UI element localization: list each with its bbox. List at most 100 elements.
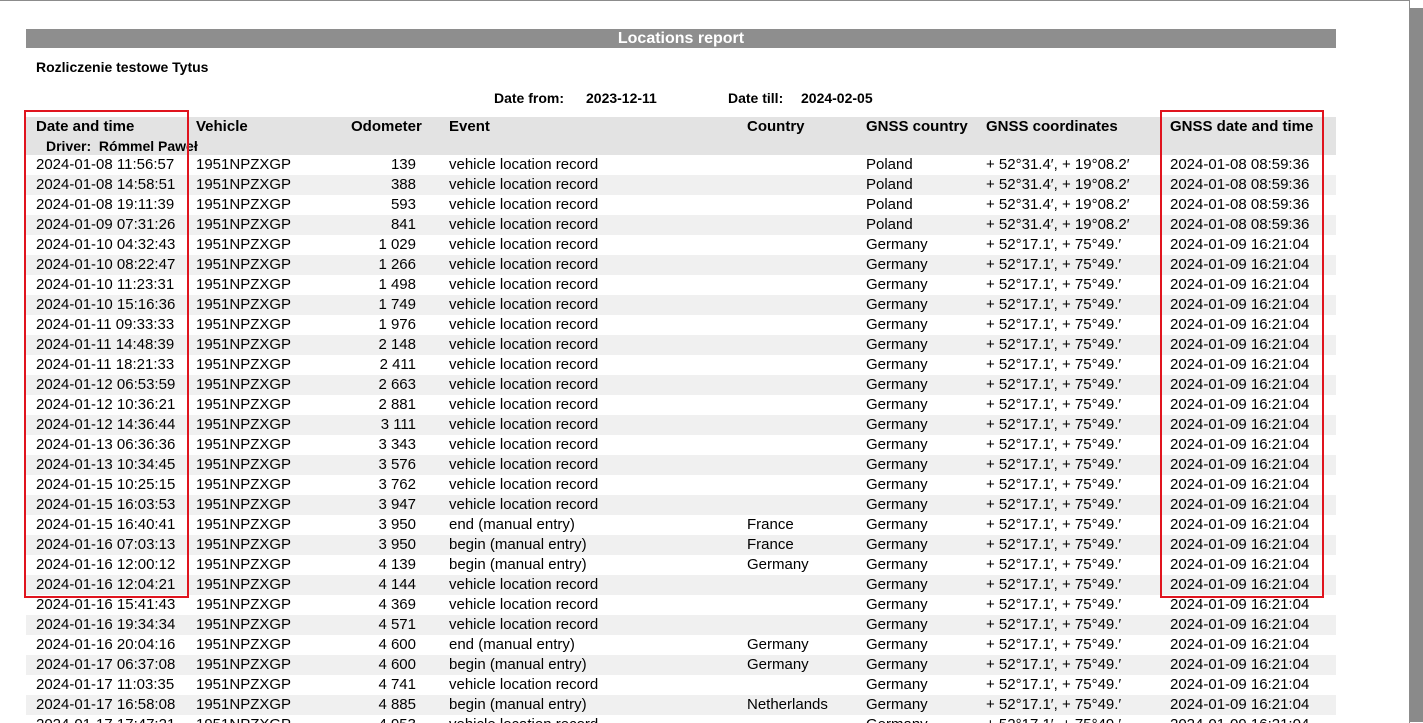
cell-date-time: 2024-01-17 11:03:35 bbox=[36, 676, 175, 693]
table-row: 2024-01-10 04:32:43 1951NPZXGP 1 029 vehicl… bbox=[26, 235, 1336, 255]
cell-vehicle: 1951NPZXGP bbox=[196, 616, 292, 633]
cell-odometer: 4 571 bbox=[378, 616, 416, 633]
table-row: 2024-01-13 10:34:45 1951NPZXGP 3 576 vehicl… bbox=[26, 455, 1336, 475]
cell-vehicle: 1951NPZXGP bbox=[196, 556, 292, 573]
cell-gnss-country: Germany bbox=[866, 576, 928, 593]
cell-event: vehicle location record bbox=[449, 576, 599, 593]
cell-gnss-date-time: 2024-01-09 16:21:04 bbox=[1170, 236, 1310, 253]
header-vehicle: Vehicle bbox=[196, 118, 248, 135]
cell-gnss-country: Poland bbox=[866, 176, 913, 193]
cell-gnss-country: Germany bbox=[866, 516, 928, 533]
cell-gnss-coordinates: + 52°17.1′, + 75°49.′ bbox=[986, 336, 1122, 353]
cell-date-time: 2024-01-16 15:41:43 bbox=[36, 596, 176, 613]
cell-date-time: 2024-01-13 06:36:36 bbox=[36, 436, 176, 453]
table-row: 2024-01-12 10:36:21 1951NPZXGP 2 881 vehicl… bbox=[26, 395, 1336, 415]
cell-odometer: 3 111 bbox=[380, 416, 416, 433]
cell-gnss-date-time: 2024-01-09 16:21:04 bbox=[1170, 456, 1310, 473]
cell-date-time: 2024-01-16 07:03:13 bbox=[36, 536, 176, 553]
cell-country: Germany bbox=[747, 636, 809, 653]
table-row: 2024-01-12 14:36:44 1951NPZXGP 3 111 vehicl… bbox=[26, 415, 1336, 435]
table-row: 2024-01-16 15:41:43 1951NPZXGP 4 369 vehicl… bbox=[26, 595, 1336, 615]
cell-date-time: 2024-01-15 16:40:41 bbox=[36, 516, 176, 533]
driver-group-row: Driver: Rómmel Paweł bbox=[26, 137, 1336, 155]
cell-vehicle: 1951NPZXGP bbox=[196, 176, 292, 193]
cell-gnss-date-time: 2024-01-09 16:21:04 bbox=[1170, 596, 1310, 613]
cell-gnss-date-time: 2024-01-08 08:59:36 bbox=[1170, 156, 1310, 173]
cell-odometer: 3 343 bbox=[378, 436, 416, 453]
table-row: 2024-01-08 11:56:57 1951NPZXGP 139 vehicle … bbox=[26, 155, 1336, 175]
cell-vehicle: 1951NPZXGP bbox=[196, 456, 292, 473]
cell-vehicle: 1951NPZXGP bbox=[196, 596, 292, 613]
cell-odometer: 3 762 bbox=[378, 476, 416, 493]
cell-gnss-country: Germany bbox=[866, 316, 928, 333]
driver-label-text: Driver: bbox=[46, 138, 92, 154]
cell-date-time: 2024-01-17 06:37:08 bbox=[36, 656, 176, 673]
cell-odometer: 4 144 bbox=[378, 576, 416, 593]
cell-vehicle: 1951NPZXGP bbox=[196, 496, 292, 513]
cell-event: vehicle location record bbox=[449, 196, 599, 213]
cell-odometer: 1 976 bbox=[378, 316, 416, 333]
cell-gnss-country: Germany bbox=[866, 376, 928, 393]
table-row: 2024-01-12 06:53:59 1951NPZXGP 2 663 vehicl… bbox=[26, 375, 1336, 395]
driver-label: Driver: Rómmel Paweł bbox=[46, 137, 198, 155]
cell-vehicle: 1951NPZXGP bbox=[196, 156, 292, 173]
report-subtitle: Rozliczenie testowe Tytus bbox=[36, 59, 209, 75]
cell-gnss-coordinates: + 52°17.1′, + 75°49.′ bbox=[986, 596, 1122, 613]
cell-country: France bbox=[747, 516, 794, 533]
cell-date-time: 2024-01-12 14:36:44 bbox=[36, 416, 176, 433]
cell-gnss-coordinates: + 52°17.1′, + 75°49.′ bbox=[986, 536, 1122, 553]
cell-gnss-country: Germany bbox=[866, 236, 928, 253]
cell-event: vehicle location record bbox=[449, 416, 599, 433]
cell-gnss-date-time: 2024-01-08 08:59:36 bbox=[1170, 216, 1310, 233]
cell-odometer: 4 741 bbox=[378, 676, 416, 693]
cell-vehicle: 1951NPZXGP bbox=[196, 296, 292, 313]
cell-odometer: 1 266 bbox=[378, 256, 416, 273]
cell-gnss-coordinates: + 52°17.1′, + 75°49.′ bbox=[986, 616, 1122, 633]
cell-date-time: 2024-01-10 04:32:43 bbox=[36, 236, 176, 253]
cell-gnss-country: Poland bbox=[866, 196, 913, 213]
cell-gnss-coordinates: + 52°17.1′, + 75°49.′ bbox=[986, 636, 1122, 653]
cell-odometer: 1 029 bbox=[378, 236, 416, 253]
cell-country: Germany bbox=[747, 656, 809, 673]
cell-gnss-date-time: 2024-01-09 16:21:04 bbox=[1170, 616, 1310, 633]
table-row: 2024-01-10 11:23:31 1951NPZXGP 1 498 vehicl… bbox=[26, 275, 1336, 295]
cell-event: vehicle location record bbox=[449, 476, 599, 493]
cell-event: vehicle location record bbox=[449, 616, 599, 633]
cell-gnss-country: Germany bbox=[866, 676, 928, 693]
table-row: 2024-01-16 12:00:12 1951NPZXGP 4 139 begin … bbox=[26, 555, 1336, 575]
header-gnss-date-time: GNSS date and time bbox=[1170, 118, 1314, 135]
cell-vehicle: 1951NPZXGP bbox=[196, 256, 292, 273]
cell-odometer: 3 950 bbox=[378, 536, 416, 553]
cell-date-time: 2024-01-12 10:36:21 bbox=[36, 396, 176, 413]
table-row: 2024-01-13 06:36:36 1951NPZXGP 3 343 vehicl… bbox=[26, 435, 1336, 455]
table-row: 2024-01-11 09:33:33 1951NPZXGP 1 976 vehicl… bbox=[26, 315, 1336, 335]
cell-gnss-country: Germany bbox=[866, 556, 928, 573]
table-row: 2024-01-15 10:25:15 1951NPZXGP 3 762 vehicl… bbox=[26, 475, 1336, 495]
cell-gnss-coordinates: + 52°17.1′, + 75°49.′ bbox=[986, 356, 1122, 373]
header-gnss-country: GNSS country bbox=[866, 118, 968, 135]
cell-gnss-country: Germany bbox=[866, 696, 928, 713]
cell-gnss-country: Germany bbox=[866, 656, 928, 673]
cell-odometer: 4 885 bbox=[378, 696, 416, 713]
cell-odometer: 2 411 bbox=[379, 356, 416, 373]
cell-country: France bbox=[747, 536, 794, 553]
date-from-label: Date from: bbox=[494, 90, 565, 106]
cell-odometer: 2 663 bbox=[378, 376, 416, 393]
cell-date-time: 2024-01-15 10:25:15 bbox=[36, 476, 176, 493]
cell-vehicle: 1951NPZXGP bbox=[196, 236, 292, 253]
cell-gnss-country: Germany bbox=[866, 396, 928, 413]
cell-gnss-date-time: 2024-01-09 16:21:04 bbox=[1170, 696, 1310, 713]
cell-gnss-date-time: 2024-01-09 16:21:04 bbox=[1170, 316, 1310, 333]
cell-date-time: 2024-01-11 18:21:33 bbox=[36, 356, 175, 373]
cell-date-time: 2024-01-10 08:22:47 bbox=[36, 256, 176, 273]
cell-gnss-date-time: 2024-01-09 16:21:04 bbox=[1170, 296, 1310, 313]
cell-gnss-date-time: 2024-01-09 16:21:04 bbox=[1170, 336, 1310, 353]
cell-gnss-date-time: 2024-01-09 16:21:04 bbox=[1170, 576, 1310, 593]
cell-gnss-coordinates: + 52°17.1′, + 75°49.′ bbox=[986, 316, 1122, 333]
table-row: 2024-01-16 07:03:13 1951NPZXGP 3 950 begin … bbox=[26, 535, 1336, 555]
cell-event: vehicle location record bbox=[449, 176, 599, 193]
cell-date-time: 2024-01-08 14:58:51 bbox=[36, 176, 176, 193]
cell-event: vehicle location record bbox=[449, 676, 599, 693]
cell-vehicle: 1951NPZXGP bbox=[196, 416, 292, 433]
cell-odometer: 139 bbox=[390, 156, 416, 173]
